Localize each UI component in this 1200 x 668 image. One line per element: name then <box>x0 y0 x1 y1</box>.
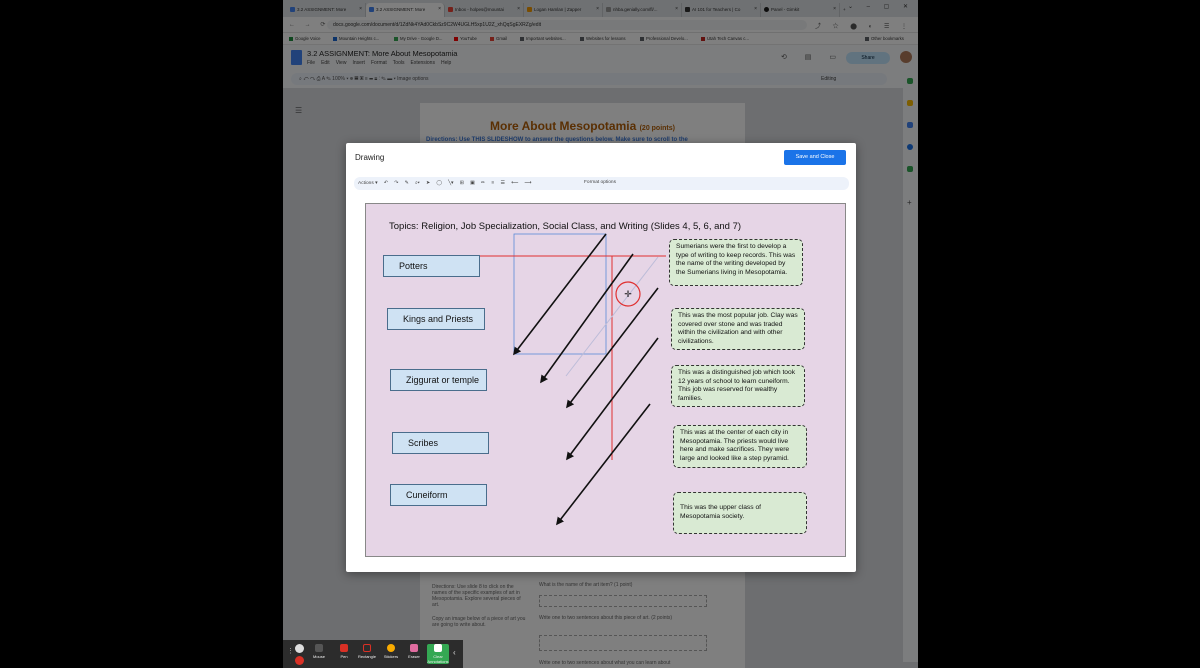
actions-menu[interactable]: Actions ▾ <box>358 181 377 186</box>
annotation-toolbar: ⋮ Mouse Pen Rectangle Stickers Eraser Cl… <box>283 640 463 668</box>
arrow[interactable] <box>540 253 634 384</box>
redo-icon[interactable]: ↷ <box>394 181 398 186</box>
term-box-ziggurat[interactable]: Ziggurat or temple <box>390 369 487 391</box>
collapse-chevron-icon[interactable]: ‹ <box>453 648 456 657</box>
line-weight-icon[interactable]: ≡ <box>491 181 494 186</box>
question-1: What is the name of the art item? (1 poi… <box>539 582 633 588</box>
dialog-title: Drawing <box>355 153 385 162</box>
tool-stickers[interactable]: Stickers <box>380 644 402 659</box>
answer-box-2[interactable] <box>539 635 707 651</box>
tool-eraser[interactable]: Eraser <box>403 644 425 659</box>
tool-mouse[interactable]: Mouse <box>308 644 330 659</box>
tool-rectangle[interactable]: Rectangle <box>356 644 378 659</box>
pen-icon <box>340 644 348 652</box>
copy-instructions: Copy an image below of a piece of art yo… <box>432 616 526 628</box>
rectangle-icon <box>363 644 371 652</box>
definition-box-city-center[interactable]: This was at the center of each city in M… <box>673 425 807 468</box>
question-2: Write one to two sentences about this pi… <box>539 615 673 621</box>
browser-window: 3.2 ASSIGNMENT: More× 3.2 ASSIGNMENT: Mo… <box>283 0 918 668</box>
term-box-potters[interactable]: Potters <box>383 255 480 277</box>
answer-box-1[interactable] <box>539 595 707 607</box>
line-dash-icon[interactable]: ☰ <box>501 181 505 186</box>
move-cursor-icon: ✛ <box>624 289 632 299</box>
art-directions: Directions: Use slide 8 to click on the … <box>432 584 521 608</box>
mouse-icon <box>315 644 323 652</box>
clear-icon <box>434 644 442 652</box>
textbox-icon[interactable]: ⊞ <box>460 181 464 186</box>
question-3: Write one to two sentences about what yo… <box>539 660 671 666</box>
definition-box-distinguished-job[interactable]: This was a distinguished job which took … <box>671 365 805 407</box>
line-end-icon[interactable]: ⟶ <box>524 181 531 186</box>
stop-recording-icon[interactable] <box>295 656 304 665</box>
term-box-kings-priests[interactable]: Kings and Priests <box>387 308 485 330</box>
tool-clear[interactable]: Clear Annotations <box>427 644 449 664</box>
drawing-canvas[interactable]: ✛ Topics: Religion, Job Specialization, … <box>365 203 846 557</box>
definition-box-upper-class[interactable]: This was the upper class of Mesopotamia … <box>673 492 807 534</box>
line-icon[interactable]: ╲▾ <box>448 181 453 186</box>
sticker-icon <box>387 644 395 652</box>
zoom-icon[interactable]: ⌕▾ <box>415 180 420 186</box>
arrow[interactable] <box>556 403 651 526</box>
definition-box-writing[interactable]: Sumerians were the first to develop a ty… <box>669 239 803 286</box>
drag-handle-icon[interactable]: ⋮ <box>287 647 294 655</box>
eraser-icon <box>410 644 418 652</box>
select-icon[interactable]: ➤ <box>426 181 430 186</box>
line-start-icon[interactable]: ⟵ <box>511 181 518 186</box>
format-options-button[interactable]: Format options <box>584 180 616 185</box>
undo-icon[interactable]: ↶ <box>384 181 388 186</box>
tool-pen[interactable]: Pen <box>333 644 355 659</box>
definition-box-popular-job[interactable]: This was the most popular job. Clay was … <box>671 308 805 350</box>
image-icon[interactable]: ▣ <box>470 181 475 186</box>
shape-icon[interactable]: ◯ <box>436 181 441 186</box>
line-color-icon[interactable]: ✏ <box>481 181 485 186</box>
topics-heading: Topics: Religion, Job Specialization, So… <box>389 221 742 232</box>
paint-format-icon[interactable]: ✎ <box>405 181 409 186</box>
drawing-toolbar: Actions ▾ ↶ ↷ ✎ ⌕▾ ➤ ◯ ╲▾ ⊞ ▣ ✏ ≡ ☰ ⟵ ⟶ … <box>354 177 849 190</box>
save-and-close-button[interactable]: Save and Close <box>784 150 846 165</box>
arrow[interactable] <box>513 233 607 356</box>
record-status-icon[interactable] <box>295 644 304 653</box>
drawing-dialog: Drawing Save and Close Actions ▾ ↶ ↷ ✎ ⌕… <box>346 143 856 572</box>
term-box-scribes[interactable]: Scribes <box>392 432 489 454</box>
term-box-cuneiform[interactable]: Cuneiform <box>390 484 487 506</box>
